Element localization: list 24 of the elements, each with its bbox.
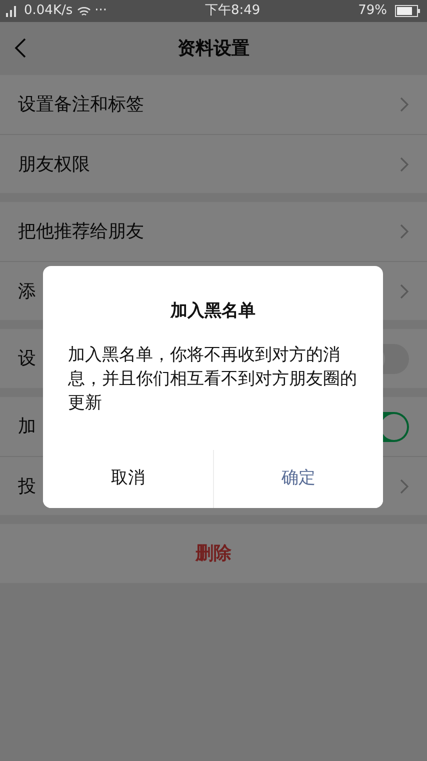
delete-button[interactable]: 删除: [0, 524, 427, 583]
row-label[interactable]: 把他推荐给朋友: [18, 218, 144, 245]
battery-icon: [394, 5, 421, 17]
row-label[interactable]: 设置备注和标签: [18, 91, 144, 118]
chevron-icon: [400, 97, 409, 112]
confirm-button[interactable]: 确定: [212, 450, 383, 508]
row-label: 设: [18, 347, 36, 371]
row-label[interactable]: 添: [18, 278, 36, 304]
chevron-icon: [400, 224, 409, 239]
more-indicator: ···: [94, 2, 108, 20]
battery-percent: 79%: [358, 2, 387, 20]
dialog-title: 加入黑名单: [169, 300, 256, 323]
chevron-icon: [400, 156, 409, 172]
row-label[interactable]: 投: [18, 472, 36, 500]
wifi-icon: [76, 6, 91, 16]
dialog-message: 加入黑名单，你将不再收到对方的消息，并且你们相互看不到对方朋友圈的更新: [67, 344, 358, 414]
chevron-icon: [400, 478, 409, 494]
chevron-icon: [400, 284, 409, 298]
status-time: 下午8:49: [204, 2, 262, 20]
back-icon[interactable]: [14, 38, 26, 58]
row-label[interactable]: 朋友权限: [18, 150, 90, 178]
row-label: 加: [18, 415, 36, 439]
page-title: 资料设置: [178, 37, 250, 61]
network-speed: 0.04K/s: [24, 2, 73, 20]
